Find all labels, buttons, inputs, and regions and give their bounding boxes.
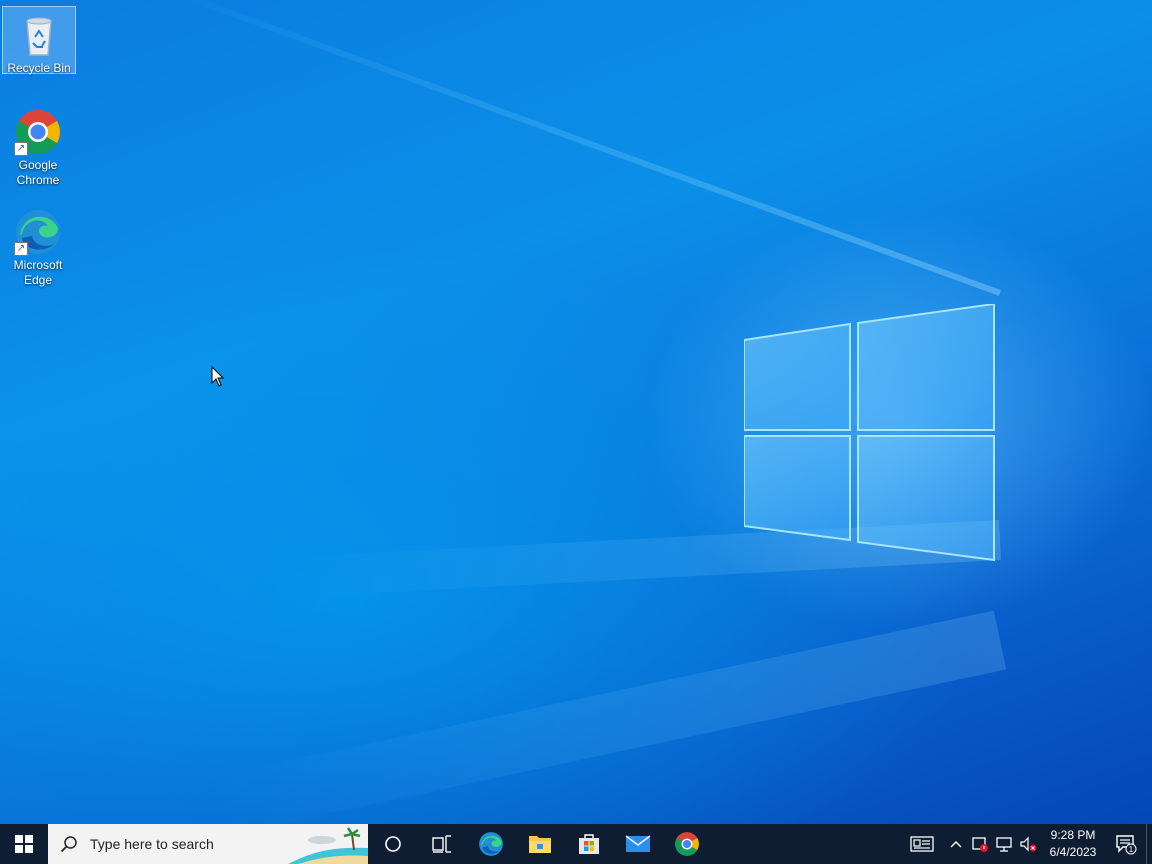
news-icon [910,836,934,852]
network-icon [996,837,1012,852]
clock-date: 6/4/2023 [1049,845,1097,859]
taskbar-search-box[interactable] [48,824,368,864]
taskbar-edge-button[interactable] [466,824,515,864]
folder-icon [528,836,551,853]
show-hidden-icons-button[interactable] [944,824,968,864]
task-view-icon [431,835,451,853]
shortcut-arrow-icon: ↗ [14,242,28,256]
task-view-button[interactable] [417,824,466,864]
search-input[interactable] [88,835,292,853]
search-highlight-beach-icon [288,827,368,864]
mouse-cursor-icon [211,366,225,387]
taskbar-file-explorer-button[interactable] [515,824,564,864]
desktop-icon-label: Google Chrome [16,158,60,187]
taskbar-store-button[interactable] [564,824,613,864]
system-tray: 9:28 PM 6/4/2023 1 [900,824,1152,864]
shortcut-arrow-icon: ↗ [14,142,28,156]
desktop-icon-label: Recycle Bin [7,61,71,75]
desktop[interactable]: Recycle Bin ↗ Google Chrome ↗ Microsoft … [0,0,1152,824]
security-warning-icon [972,837,988,852]
desktop-icon-label: Microsoft Edge [13,258,63,287]
chrome-icon [674,832,699,856]
desktop-icon-recycle-bin[interactable]: Recycle Bin [2,6,76,75]
volume-tray-button[interactable] [1016,824,1040,864]
store-icon [578,834,599,854]
light-ray [211,610,1007,824]
light-ray [153,0,1002,296]
recycle-bin-icon [15,11,63,59]
search-icon [60,836,77,853]
taskbar-mail-button[interactable] [613,824,662,864]
desktop-icon-edge[interactable]: ↗ Microsoft Edge [2,204,74,288]
windows-start-icon [15,835,33,853]
taskbar: 9:28 PM 6/4/2023 1 [0,824,1152,864]
show-desktop-button[interactable] [1146,824,1152,864]
start-button[interactable] [0,824,48,864]
chevron-up-icon [950,841,962,848]
cortana-button[interactable] [368,824,417,864]
network-tray-button[interactable] [992,824,1016,864]
security-tray-button[interactable] [968,824,992,864]
chrome-icon: ↗ [14,108,62,156]
taskbar-clock[interactable]: 9:28 PM 6/4/2023 [1040,827,1106,861]
mail-icon [625,835,650,852]
desktop-icon-chrome[interactable]: ↗ Google Chrome [2,104,74,188]
windows-logo-wallpaper [744,304,995,562]
volume-muted-icon [1020,836,1037,852]
taskbar-chrome-button[interactable] [662,824,711,864]
notification-count: 1 [1129,845,1134,854]
cortana-icon [384,836,401,852]
action-center-button[interactable]: 1 [1106,824,1146,864]
edge-icon: ↗ [14,208,62,256]
clock-time: 9:28 PM [1050,828,1096,842]
news-and-interests-button[interactable] [900,824,944,864]
notification-icon: 1 [1116,835,1137,855]
edge-icon [478,832,503,856]
